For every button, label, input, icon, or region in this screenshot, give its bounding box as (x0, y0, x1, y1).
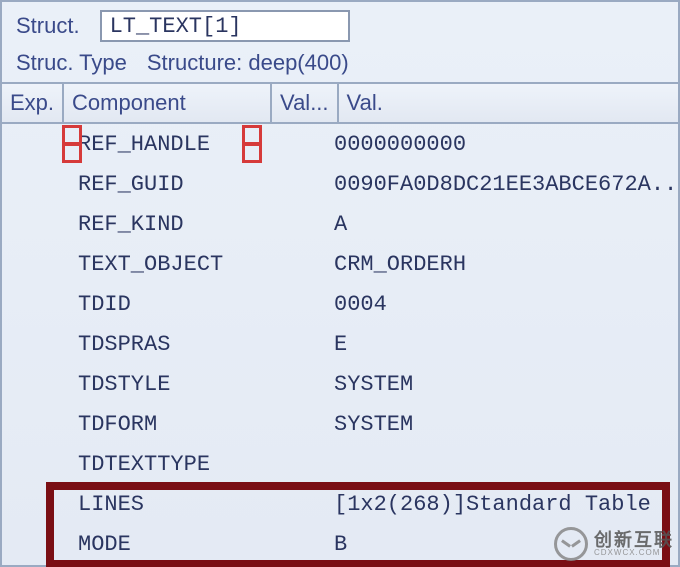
value-cell[interactable]: SYSTEM (328, 412, 678, 437)
struct-row: Struct. LT_TEXT[1] (2, 2, 678, 46)
component-cell[interactable]: REF_HANDLE (60, 132, 268, 157)
struct-input-value: LT_TEXT[1] (110, 14, 242, 39)
col-exp[interactable]: Exp. (2, 84, 64, 122)
col-val[interactable]: Val. (339, 84, 678, 122)
col-val-type[interactable]: Val... (272, 84, 339, 122)
component-cell[interactable]: TDTEXTTYPE (60, 452, 268, 477)
value-cell[interactable]: 0000000000 (328, 132, 678, 157)
table-row[interactable]: REF_HANDLE 0000000000 (2, 124, 678, 164)
watermark: 创新互联 CDXWCX.COM (554, 527, 674, 561)
component-cell[interactable]: TDSPRAS (60, 332, 268, 357)
table-row[interactable]: TDSTYLE SYSTEM (2, 364, 678, 404)
table-row[interactable]: TEXT_OBJECT CRM_ORDERH (2, 244, 678, 284)
value-cell[interactable]: [1x2(268)]Standard Table (328, 492, 678, 517)
component-cell[interactable]: TDSTYLE (60, 372, 268, 397)
value-cell[interactable]: SYSTEM (328, 372, 678, 397)
table-row[interactable]: REF_KIND A (2, 204, 678, 244)
debugger-panel: Struct. LT_TEXT[1] Struc. Type Structure… (0, 0, 680, 567)
value-cell[interactable]: 0004 (328, 292, 678, 317)
table-row[interactable]: REF_GUID 0090FA0D8DC21EE3ABCE672A... (2, 164, 678, 204)
col-component[interactable]: Component (64, 84, 272, 122)
struct-input[interactable]: LT_TEXT[1] (100, 10, 350, 42)
table-row[interactable]: TDID 0004 (2, 284, 678, 324)
component-cell[interactable]: LINES (60, 492, 268, 517)
table-row[interactable]: TDFORM SYSTEM (2, 404, 678, 444)
table-row[interactable]: TDSPRAS E (2, 324, 678, 364)
struct-label: Struct. (16, 13, 80, 39)
value-cell[interactable]: CRM_ORDERH (328, 252, 678, 277)
struct-type-row: Struc. Type Structure: deep(400) (2, 46, 678, 84)
component-cell[interactable]: TDFORM (60, 412, 268, 437)
watermark-sub: CDXWCX.COM (594, 549, 674, 557)
component-cell[interactable]: MODE (60, 532, 268, 557)
watermark-icon (554, 527, 588, 561)
component-cell[interactable]: REF_GUID (60, 172, 268, 197)
table-body: REF_HANDLE 0000000000 REF_GUID 0090FA0D8… (2, 124, 678, 564)
table-row[interactable]: TDTEXTTYPE (2, 444, 678, 484)
watermark-main: 创新互联 (594, 531, 674, 549)
value-cell[interactable]: E (328, 332, 678, 357)
component-cell[interactable]: TEXT_OBJECT (60, 252, 268, 277)
component-cell[interactable]: REF_KIND (60, 212, 268, 237)
table-row[interactable]: LINES [1x2(268)]Standard Table (2, 484, 678, 524)
struct-type-value: Structure: deep(400) (147, 50, 349, 76)
struct-type-label: Struc. Type (16, 50, 127, 76)
component-cell[interactable]: TDID (60, 292, 268, 317)
value-cell[interactable]: 0090FA0D8DC21EE3ABCE672A... (328, 172, 678, 197)
value-cell[interactable]: A (328, 212, 678, 237)
table-header: Exp. Component Val... Val. (2, 84, 678, 124)
